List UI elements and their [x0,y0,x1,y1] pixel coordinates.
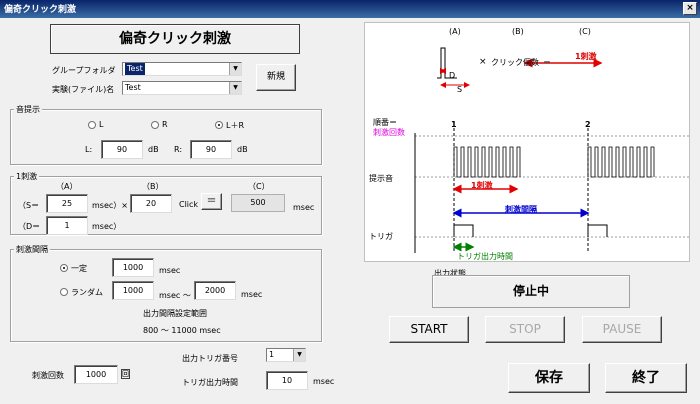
random-min-input[interactable]: 1000 [112,281,154,300]
close-button[interactable]: × [683,2,697,15]
trigger-pulse-1 [453,224,474,237]
stop-button[interactable]: STOP [485,316,565,343]
trigger-number-select[interactable]: 1 ▼ [266,348,306,362]
count-label: 刺激回数 [32,371,64,380]
c-unit: msec [293,203,315,212]
trigger-pulse-2 [587,224,608,237]
experiment-file-select[interactable]: Test ▼ [122,81,242,95]
fixed-interval-input[interactable]: 1000 [112,258,154,277]
radio-lr-label: L＋R [226,121,245,130]
trigger-time-input[interactable]: 10 [266,371,308,390]
chevron-down-icon[interactable]: ▼ [229,63,241,75]
exit-button[interactable]: 終了 [605,363,687,393]
calculate-button[interactable]: ＝ [201,193,222,210]
radio-fixed[interactable] [60,264,68,272]
diagram-count-label: 刺激回数 [373,128,405,137]
s-input[interactable]: 25 [46,194,88,213]
group-folder-select[interactable]: Test ▼ [122,62,242,76]
click-count-input[interactable]: 20 [130,194,172,213]
col-a-label: （A） [56,182,78,191]
diagram-one-stim: 1刺激 [471,181,493,190]
chevron-down-icon[interactable]: ▼ [293,349,305,361]
diagram-trigger-time: トリガ出力時間 [457,252,513,261]
timing-diagram: (A) (B) (C) × クリック個数 ＝ 1刺激 D S 順番＝ 刺激回数 … [364,22,691,262]
chevron-down-icon[interactable]: ▼ [229,82,241,94]
l-level-label: L: [85,145,93,154]
trigger-number-label: 出力トリガ番号 [182,354,238,363]
diagram-sound-row: 提示音 [369,174,393,183]
range-value: 800 〜 11000 msec [143,326,221,335]
experiment-file-label: 実験(ファイル)名 [52,85,115,94]
window-title: 偏奇クリック刺激 [4,5,77,15]
radio-random[interactable] [60,288,68,296]
radio-fixed-label: 一定 [71,264,87,273]
diagram-num-2: 2 [585,120,591,129]
start-button[interactable]: START [389,316,469,343]
count-input[interactable]: 1000 [74,365,118,384]
pause-button[interactable]: PAUSE [582,316,662,343]
diagram-eq: ＝ [543,58,551,67]
random-max-unit: msec [241,290,263,299]
diagram-c-label: (C) [579,27,591,36]
trigger-time-unit: msec [313,377,335,386]
l-level-input[interactable]: 90 [101,140,143,159]
r-level-input[interactable]: 90 [190,140,232,159]
d-label: （D＝ [18,222,41,231]
new-button[interactable]: 新規 [256,64,296,91]
page-title: 偏奇クリック刺激 [50,24,300,54]
click-unit: Click [179,200,199,209]
col-c-label: （C） [248,182,270,191]
trigger-time-label: トリガ出力時間 [182,378,238,387]
radio-l[interactable] [88,121,96,129]
count-unit: 回 [121,369,130,379]
range-title: 出力間隔設定範囲 [143,309,207,318]
click-train-2 [587,146,655,178]
diagram-b-label: (B) [512,27,524,36]
status-value: 停止中 [512,284,549,298]
diagram-s: S [457,85,463,94]
s-label: （S＝ [18,201,40,210]
diagram-trigger-row: トリガ [369,232,393,241]
s-unit: msec）× [92,201,128,210]
r-level-unit: dB [237,145,248,154]
radio-r[interactable] [151,121,159,129]
random-max-input[interactable]: 2000 [194,281,236,300]
fixed-interval-unit: msec [159,266,181,275]
stimulus-total: 500 [231,194,285,212]
sound-group-title: 音提示 [14,104,42,115]
interval-group-title: 刺激間隔 [14,244,50,255]
d-unit: msec） [92,222,122,231]
diagram-d: D [449,71,456,80]
d-input[interactable]: 1 [46,216,88,235]
radio-lr[interactable] [215,121,223,129]
diagram-num-1: 1 [451,120,457,129]
diagram-one-stim-top: 1刺激 [575,52,597,61]
group-folder-label: グループフォルダ [52,66,116,75]
random-min-unit: msec 〜 [159,291,191,300]
radio-random-label: ランダム [71,288,103,297]
diagram-click-count: クリック個数 [491,58,539,67]
title-bar: 偏奇クリック刺激 × [0,0,700,18]
sound-group [10,109,322,165]
diagram-interval: 刺激間隔 [505,205,537,214]
radio-r-label: R [162,120,168,129]
click-train-1 [453,146,521,178]
diagram-a-label: (A) [449,27,461,36]
radio-l-label: L [99,120,104,129]
r-level-label: R: [174,145,183,154]
l-level-unit: dB [148,145,159,154]
col-b-label: （B） [142,182,164,191]
stimulus-group-title: 1刺激 [14,171,40,182]
diagram-times: × [479,57,487,67]
save-button[interactable]: 保存 [508,363,590,393]
